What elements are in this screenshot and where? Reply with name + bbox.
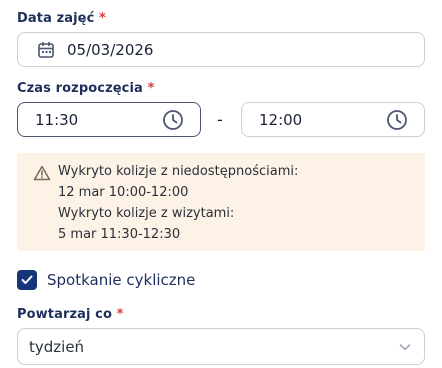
warning-triangle-icon — [33, 165, 51, 181]
date-field[interactable]: 05/03/2026 — [17, 32, 425, 67]
recurring-checkbox[interactable] — [17, 270, 37, 290]
start-time-field[interactable]: 11:30 — [17, 102, 201, 137]
time-label-text: Czas rozpoczęcia — [17, 81, 143, 96]
repeat-label-text: Powtarzaj co — [17, 307, 113, 322]
conflict-warning: Wykryto kolizje z niedostępnościami: 12 … — [17, 153, 425, 251]
date-label: Data zajęć * — [17, 11, 106, 26]
chevron-down-icon[interactable] — [398, 340, 412, 354]
clock-icon[interactable] — [162, 109, 184, 131]
time-label: Czas rozpoczęcia * — [17, 81, 154, 96]
date-value: 05/03/2026 — [67, 40, 154, 59]
warning-line: Wykryto kolizje z wizytami: — [58, 206, 235, 221]
required-mark: * — [147, 81, 155, 96]
recurring-label[interactable]: Spotkanie cykliczne — [47, 271, 195, 289]
required-mark: * — [99, 11, 106, 26]
required-mark: * — [116, 307, 124, 322]
clock-icon[interactable] — [386, 109, 408, 131]
end-time-field[interactable]: 12:00 — [241, 102, 425, 137]
warning-line: 12 mar 10:00-12:00 — [58, 185, 189, 200]
warning-line: 5 mar 11:30-12:30 — [58, 227, 181, 242]
end-time-value: 12:00 — [259, 110, 303, 129]
warning-line: Wykryto kolizje z niedostępnościami: — [58, 164, 299, 179]
repeat-label: Powtarzaj co * — [17, 307, 124, 322]
date-label-text: Data zajęć — [17, 11, 95, 26]
calendar-icon[interactable] — [37, 41, 55, 59]
repeat-selected-value: tydzień — [29, 337, 85, 356]
repeat-select[interactable]: tydzień — [17, 328, 425, 365]
start-time-value: 11:30 — [35, 110, 79, 129]
time-separator: - — [217, 110, 223, 129]
check-icon — [21, 275, 33, 284]
